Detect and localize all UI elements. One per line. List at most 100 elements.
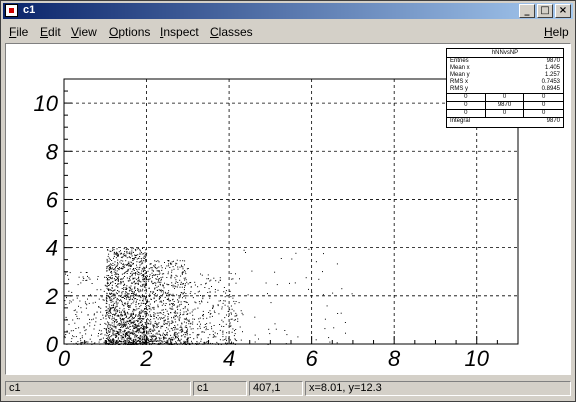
scatter-point (230, 318, 232, 320)
scatter-point (222, 339, 224, 341)
scatter-point (128, 330, 130, 332)
scatter-point (119, 261, 121, 263)
scatter-point (167, 297, 169, 299)
scatter-point (80, 340, 82, 342)
scatter-point (138, 312, 140, 314)
scatter-point (167, 298, 169, 300)
scatter-point (159, 290, 161, 292)
stats-row-mean-y: Mean y 1.257 (450, 72, 560, 78)
scatter-point (186, 302, 188, 303)
scatter-point (182, 293, 184, 295)
minimize-button[interactable]: _ (519, 4, 535, 18)
scatter-point (111, 327, 113, 329)
scatter-point (196, 342, 198, 344)
title-bar[interactable]: c1 _ □ × (3, 3, 573, 19)
scatter-point (126, 251, 128, 252)
menu-options[interactable]: Options (109, 25, 150, 39)
x-tick-label: 10 (464, 346, 489, 371)
scatter-point (202, 331, 204, 333)
scatter-point (145, 323, 147, 325)
scatter-point (161, 290, 163, 291)
scatter-point (72, 319, 74, 321)
scatter-point (142, 325, 144, 327)
menu-help[interactable]: Help (544, 25, 569, 39)
app-icon[interactable] (5, 4, 18, 17)
scatter-point (116, 298, 118, 300)
scatter-point (202, 298, 204, 300)
scatter-point (105, 338, 107, 339)
scatter-point (73, 310, 75, 312)
maximize-button[interactable]: □ (537, 4, 553, 18)
scatter-point (297, 336, 299, 338)
menu-inspect[interactable]: Inspect (160, 25, 199, 39)
scatter-point (158, 297, 160, 299)
menu-bar: File Edit View Options Inspect Classes H… (3, 21, 573, 41)
scatter-point (113, 289, 115, 291)
scatter-point (123, 264, 125, 266)
scatter-point (87, 314, 89, 316)
scatter-point (315, 339, 317, 341)
scatter-point (139, 337, 141, 339)
scatter-point (107, 281, 109, 283)
scatter-point (144, 261, 146, 263)
scatter-point (142, 283, 144, 285)
scatter-point (174, 287, 175, 289)
scatter-point (137, 271, 139, 273)
scatter-point (115, 341, 117, 343)
scatter-point (182, 331, 184, 333)
plot-canvas[interactable]: 0 2 4 6 8 10 0 2 4 6 8 10 hNNvsNP Entries 9870 Mean … (5, 43, 571, 375)
scatter-point (175, 286, 177, 288)
scatter-point (126, 285, 128, 287)
scatter-point (136, 327, 138, 329)
scatter-point (134, 325, 136, 327)
scatter-point (209, 280, 211, 282)
scatter-point (199, 325, 201, 327)
scatter-point (109, 292, 110, 294)
scatter-point (104, 322, 106, 324)
scatter-point (153, 297, 155, 299)
scatter-point (152, 325, 154, 327)
y-tick-label: 0 (46, 332, 59, 357)
scatter-point (157, 304, 159, 306)
scatter-point (187, 310, 189, 312)
scatter-point (118, 290, 120, 292)
scatter-point (168, 321, 170, 323)
scatter-point (223, 291, 225, 293)
menu-edit[interactable]: Edit (40, 25, 61, 39)
scatter-point (105, 323, 107, 325)
scatter-point (232, 328, 234, 330)
menu-file[interactable]: File (9, 25, 28, 39)
menu-view[interactable]: View (71, 25, 97, 39)
scatter-point (111, 299, 113, 301)
scatter-point (141, 263, 143, 265)
scatter-point (185, 325, 187, 327)
scatter-point (130, 298, 131, 300)
scatter-point (96, 311, 98, 313)
scatter-point (118, 283, 120, 285)
scatter-point (108, 279, 110, 281)
scatter-point (226, 314, 227, 316)
scatter-point (131, 255, 133, 257)
scatter-point (174, 325, 176, 326)
scatter-point (114, 269, 116, 271)
menu-classes[interactable]: Classes (210, 25, 253, 39)
stats-box[interactable]: hNNvsNP Entries 9870 Mean x 1.405 Mean y 1.… (446, 48, 564, 128)
scatter-point (197, 307, 199, 309)
scatter-point (131, 322, 133, 324)
scatter-point (144, 290, 146, 292)
scatter-point (134, 294, 136, 296)
scatter-point (194, 281, 196, 283)
scatter-point (220, 300, 221, 302)
scatter-point (171, 317, 172, 319)
scatter-point (107, 323, 109, 325)
scatter-point (114, 289, 116, 291)
scatter-point (181, 286, 183, 288)
scatter-point (120, 320, 122, 322)
scatter-point (135, 324, 137, 326)
scatter-point (103, 328, 105, 329)
scatter-point (109, 315, 111, 317)
scatter-point (117, 286, 119, 288)
close-button[interactable]: × (555, 4, 571, 18)
scatter-point (129, 268, 131, 270)
scatter-point (138, 320, 140, 322)
